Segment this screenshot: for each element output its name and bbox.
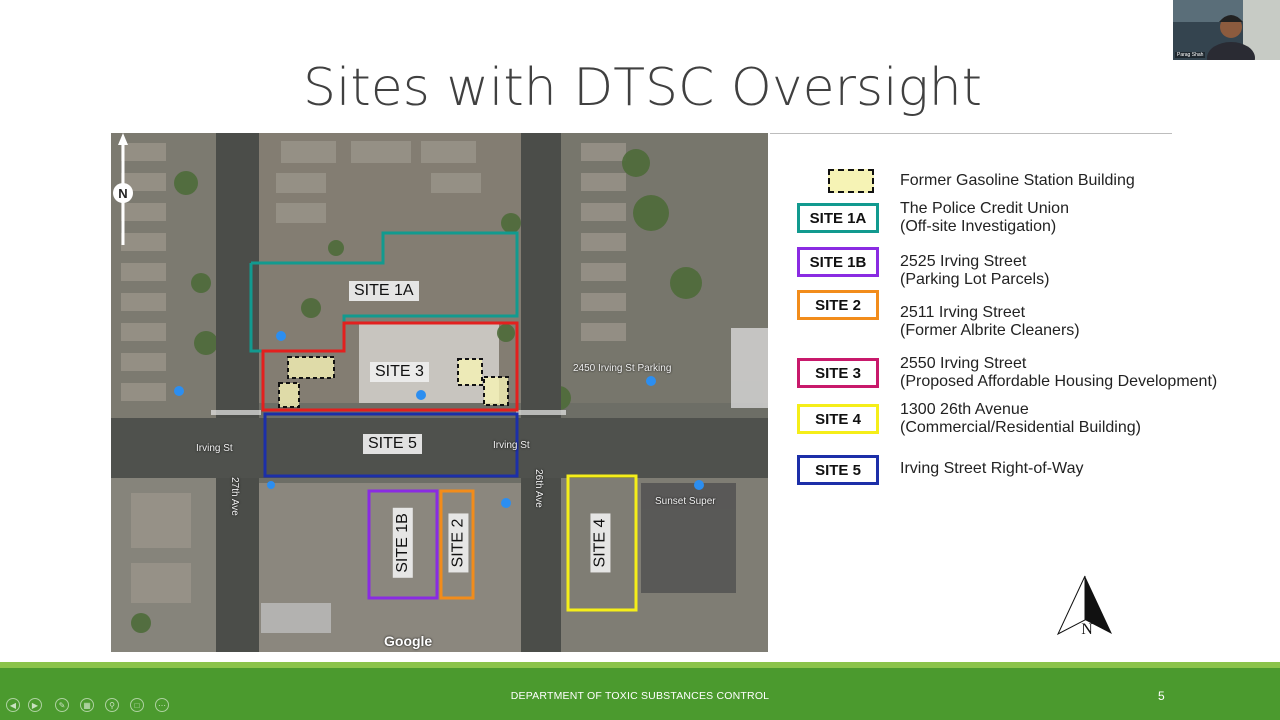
legend-line-1: The Police Credit Union: [900, 200, 1069, 217]
map-north-arrow-icon: N: [113, 133, 133, 245]
title-rule: [770, 133, 1172, 134]
page-number: 5: [1158, 689, 1165, 703]
next-slide-icon[interactable]: ▶: [28, 698, 42, 712]
slide-title: Sites with DTSC Oversight: [302, 58, 983, 118]
legend-key-site1b: SITE 1B: [797, 247, 879, 277]
sunset-super-label: Sunset Super: [655, 496, 716, 507]
legend-line-1: 2550 Irving Street: [900, 355, 1027, 372]
legend-text: Former Gasoline Station Building: [900, 172, 1135, 190]
legend-line-2: (Commercial/Residential Building): [900, 419, 1141, 436]
street-irving-right: Irving St: [493, 440, 530, 451]
legend-line-1: 1300 26th Avenue: [900, 401, 1029, 418]
site3-label: SITE 3: [370, 362, 429, 382]
aerial-map: SITE 1A SITE 3 SITE 5 SITE 1B SITE 2 SIT…: [111, 133, 768, 652]
participant-name: Parag Shah: [1175, 52, 1206, 58]
site1a-label: SITE 1A: [349, 281, 419, 301]
more-options-icon[interactable]: ⋯: [155, 698, 169, 712]
map-north-label: N: [118, 186, 127, 201]
pen-icon[interactable]: ✎: [55, 698, 69, 712]
legend-line-2: (Parking Lot Parcels): [900, 271, 1050, 288]
street-irving-left: Irving St: [196, 443, 233, 454]
north-label: N: [1081, 621, 1093, 638]
prev-slide-icon[interactable]: ◀: [6, 698, 20, 712]
gas-station-swatch: [828, 169, 874, 193]
slide-footer: DEPARTMENT OF TOXIC SUBSTANCES CONTROL 5…: [0, 668, 1280, 720]
legend-text: 2511 Irving Street (Former Albrite Clean…: [900, 304, 1080, 340]
legend-text: 1300 26th Avenue (Commercial/Residential…: [900, 401, 1141, 437]
site2-label: SITE 2: [448, 513, 469, 573]
subtitles-icon[interactable]: □: [130, 698, 144, 712]
site1b-label: SITE 1B: [392, 508, 413, 578]
map-graphics: [111, 133, 768, 652]
legend-line-1: 2511 Irving Street: [900, 304, 1026, 321]
footer-text: DEPARTMENT OF TOXIC SUBSTANCES CONTROL: [510, 690, 770, 702]
legend-line-2: (Off-site Investigation): [900, 218, 1057, 235]
legend-line-1: Former Gasoline Station Building: [900, 172, 1135, 189]
legend-key-site4: SITE 4: [797, 404, 879, 434]
legend-line-2: (Former Albrite Cleaners): [900, 322, 1080, 339]
street-26th-ave: 26th Ave: [532, 469, 544, 508]
street-parking-label: 2450 Irving St Parking: [573, 363, 672, 374]
legend-line-1: Irving Street Right-of-Way: [900, 460, 1084, 477]
slides-grid-icon[interactable]: ▦: [80, 698, 94, 712]
webcam-image: [1173, 0, 1280, 60]
legend-key-site1a: SITE 1A: [797, 203, 879, 233]
webcam-video: Parag Shah: [1173, 0, 1280, 60]
gas-station-3: [457, 358, 483, 386]
legend-key-site3: SITE 3: [797, 358, 879, 388]
street-27th-ave: 27th Ave: [228, 477, 240, 516]
north-arrow-icon: N: [1056, 575, 1112, 638]
gas-station-1: [287, 356, 335, 379]
legend-text: 2550 Irving Street (Proposed Affordable …: [900, 355, 1217, 391]
legend-text: 2525 Irving Street (Parking Lot Parcels): [900, 253, 1049, 289]
legend-text: Irving Street Right-of-Way: [900, 460, 1083, 478]
legend-text: The Police Credit Union (Off-site Invest…: [900, 200, 1069, 236]
site4-label: SITE 4: [590, 513, 611, 573]
gas-station-4: [483, 376, 509, 406]
site5-label: SITE 5: [363, 434, 422, 454]
google-attribution: Google: [384, 633, 433, 649]
legend-line-1: 2525 Irving Street: [900, 253, 1027, 270]
gas-station-2: [278, 382, 300, 408]
legend-line-2: (Proposed Affordable Housing Development…: [900, 373, 1218, 390]
legend-key-site2: SITE 2: [797, 290, 879, 320]
zoom-icon[interactable]: ⚲: [105, 698, 119, 712]
legend-key-site5: SITE 5: [797, 455, 879, 485]
